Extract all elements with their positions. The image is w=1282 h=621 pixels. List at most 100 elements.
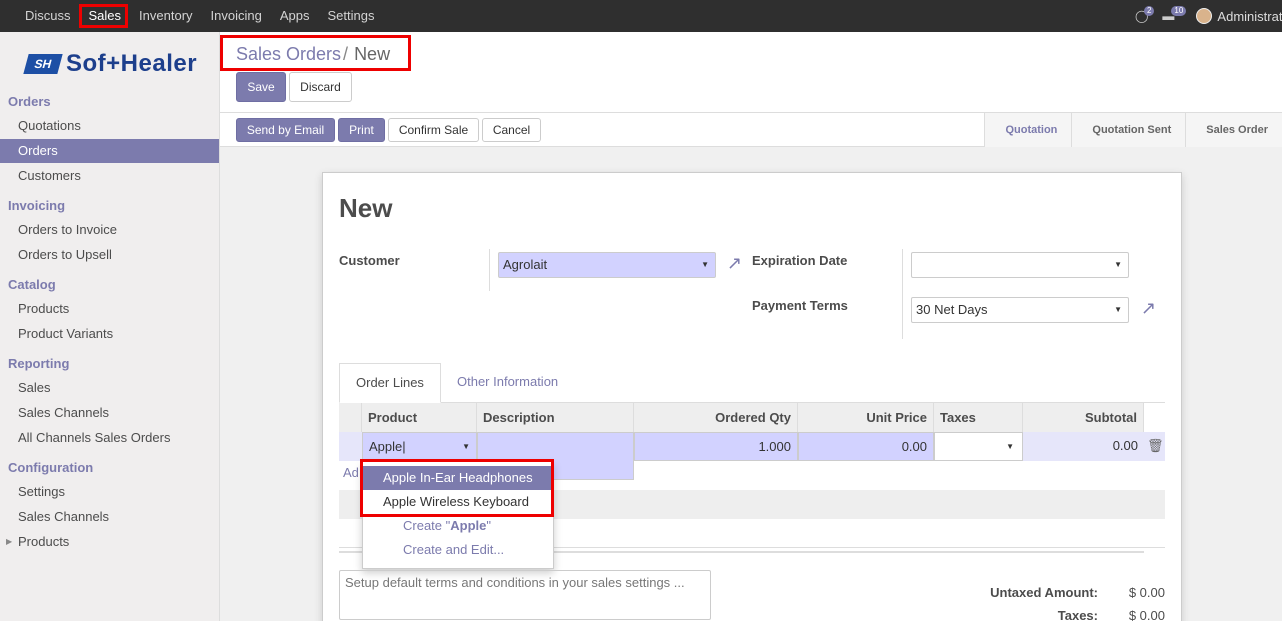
menu-invoicing[interactable]: Invoicing xyxy=(202,0,271,32)
column-header-subtotal[interactable]: Subtotal xyxy=(1023,403,1144,432)
record-title: New xyxy=(339,193,393,223)
chat-icon[interactable]: ◯ 2 xyxy=(1135,6,1155,23)
chat-count-badge: 2 xyxy=(1143,6,1155,16)
discard-button[interactable]: Discard xyxy=(289,72,352,102)
stage-quotation-sent[interactable]: Quotation Sent xyxy=(1071,113,1186,148)
payment-terms-select[interactable]: 30 Net Days ▼ xyxy=(911,297,1129,323)
create-term: Apple xyxy=(450,518,487,533)
logo-text: Sof+Healer xyxy=(66,50,198,77)
taxes-total-value: $ 0.00 xyxy=(1128,608,1165,621)
user-menu[interactable]: Administrator xyxy=(1217,9,1282,24)
sidebar-item-customers[interactable]: Customers xyxy=(0,164,219,188)
external-link-icon[interactable]: ↗ xyxy=(727,253,742,274)
create-suffix: " xyxy=(486,518,491,533)
sidebar-item-orders-to-upsell[interactable]: Orders to Upsell xyxy=(0,243,219,267)
notebook-tabs: Order Lines Other Information xyxy=(339,363,1165,403)
external-link-icon[interactable]: ↗ xyxy=(1141,298,1156,319)
tab-other-information[interactable]: Other Information xyxy=(441,363,574,403)
expiration-date-input[interactable]: ▼ xyxy=(911,252,1129,278)
column-header-product[interactable]: Product xyxy=(362,403,477,432)
divider xyxy=(489,249,490,291)
payment-terms-label: Payment Terms xyxy=(752,298,848,313)
untaxed-amount-label: Untaxed Amount: xyxy=(990,585,1098,600)
sidebar-item-config-sales-channels[interactable]: Sales Channels xyxy=(0,505,219,529)
column-header-taxes[interactable]: Taxes xyxy=(934,403,1023,432)
expiration-date-label: Expiration Date xyxy=(752,253,848,268)
customer-select[interactable]: Agrolait ▼ xyxy=(498,252,716,278)
logo-mark: SH xyxy=(23,54,63,74)
save-button[interactable]: Save xyxy=(236,72,286,102)
stage-pipeline: Quotation Quotation Sent Sales Order xyxy=(984,113,1282,148)
product-input[interactable]: Apple| ▼ xyxy=(362,432,477,461)
dropdown-create-and-edit[interactable]: Create and Edit... xyxy=(363,538,553,562)
tab-order-lines[interactable]: Order Lines xyxy=(339,363,441,403)
taxes-input[interactable]: ▼ xyxy=(934,432,1023,461)
sidebar-item-sales[interactable]: Sales xyxy=(0,376,219,400)
print-button[interactable]: Print xyxy=(338,118,385,142)
chevron-down-icon: ▼ xyxy=(701,260,709,269)
customer-label: Customer xyxy=(339,253,400,268)
breadcrumb-highlight-box xyxy=(220,35,411,71)
company-logo[interactable]: SH Sof+Healer xyxy=(23,50,198,78)
send-by-email-button[interactable]: Send by Email xyxy=(236,118,335,142)
handle-column-header xyxy=(339,403,362,432)
form-sheet: New Customer Agrolait ▼ ↗ Expiration Date… xyxy=(322,172,1182,621)
chevron-down-icon: ▼ xyxy=(1114,305,1122,314)
column-header-unit-price[interactable]: Unit Price xyxy=(798,403,934,432)
trash-column-header xyxy=(1144,403,1165,432)
avatar[interactable] xyxy=(1196,8,1213,24)
customer-value: Agrolait xyxy=(503,257,548,272)
sidebar-item-products[interactable]: Products xyxy=(0,297,219,321)
top-navbar: Discuss Sales Inventory Invoicing Apps S… xyxy=(0,0,1282,32)
confirm-sale-button[interactable]: Confirm Sale xyxy=(388,118,479,142)
unit-price-input[interactable]: 0.00 xyxy=(798,432,934,461)
sidebar-item-label: Products xyxy=(18,534,70,549)
sidebar-item-quotations[interactable]: Quotations xyxy=(0,114,219,138)
subtotal-value: 0.00 xyxy=(1023,432,1144,461)
sidebar-item-config-products[interactable]: ▶ Products xyxy=(0,530,219,554)
sidebar-item-orders[interactable]: Orders xyxy=(0,139,219,163)
sidebar-item-settings[interactable]: Settings xyxy=(0,480,219,504)
form-background: New Customer Agrolait ▼ ↗ Expiration Date… xyxy=(220,147,1282,621)
divider xyxy=(902,249,903,339)
terms-conditions-input[interactable]: Setup default terms and conditions in yo… xyxy=(339,570,711,620)
chevron-down-icon: ▼ xyxy=(462,442,470,451)
sidebar-item-all-channels-sales-orders[interactable]: All Channels Sales Orders xyxy=(0,426,219,450)
caret-right-icon: ▶ xyxy=(6,537,13,546)
stage-sales-order[interactable]: Sales Order xyxy=(1185,113,1282,148)
cancel-button[interactable]: Cancel xyxy=(482,118,541,142)
control-panel: Sales Orders / New Save Discard Send by Em… xyxy=(220,32,1282,148)
create-prefix: Create " xyxy=(403,518,451,533)
add-item-link[interactable]: Ad xyxy=(343,465,359,480)
section-reporting: Reporting xyxy=(8,356,70,371)
activity-count-badge: 10 xyxy=(1171,6,1187,16)
menu-inventory[interactable]: Inventory xyxy=(130,0,201,32)
menu-settings[interactable]: Settings xyxy=(318,0,383,32)
chevron-down-icon: ▼ xyxy=(1006,442,1014,451)
row-handle xyxy=(339,432,362,461)
ordered-qty-input[interactable]: 1.000 xyxy=(634,432,798,461)
trash-icon[interactable]: 🗑 xyxy=(1144,432,1165,461)
menu-discuss[interactable]: Discuss xyxy=(16,0,80,32)
menu-apps[interactable]: Apps xyxy=(271,0,319,32)
stage-quotation[interactable]: Quotation xyxy=(984,113,1072,148)
systray: ◯2 ▬10 Administrator xyxy=(1135,0,1282,32)
column-header-description[interactable]: Description xyxy=(477,403,634,432)
taxes-total-label: Taxes: xyxy=(1057,608,1098,621)
main-content: Sales Orders / New Save Discard Send by Em… xyxy=(220,32,1282,621)
sidebar-item-sales-channels[interactable]: Sales Channels xyxy=(0,401,219,425)
untaxed-amount-value: $ 0.00 xyxy=(1128,585,1165,600)
section-orders: Orders xyxy=(8,94,51,109)
column-header-ordered-qty[interactable]: Ordered Qty xyxy=(634,403,798,432)
sidebar-item-product-variants[interactable]: Product Variants xyxy=(0,322,219,346)
sidebar: SH Sof+Healer Orders Quotations Orders C… xyxy=(0,32,220,621)
section-catalog: Catalog xyxy=(8,277,56,292)
dropdown-create-option[interactable]: Create "Apple" xyxy=(363,514,553,538)
status-bar: Send by Email Print Confirm Sale Cancel … xyxy=(220,112,1282,148)
sales-highlight-box xyxy=(79,4,128,28)
chevron-down-icon: ▼ xyxy=(1114,260,1122,269)
sidebar-item-orders-to-invoice[interactable]: Orders to Invoice xyxy=(0,218,219,242)
app-menu: Discuss Sales Inventory Invoicing Apps S… xyxy=(16,0,383,32)
dropdown-highlight-box xyxy=(360,459,554,517)
activity-icon[interactable]: ▬ 10 xyxy=(1162,6,1187,23)
